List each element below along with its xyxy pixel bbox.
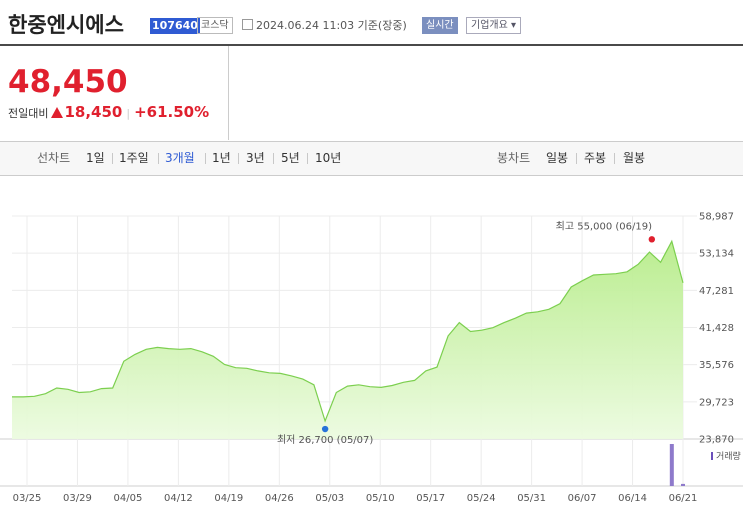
y-tick-label: 29,723 (699, 397, 734, 408)
tab-5year[interactable]: 5년 (281, 151, 300, 166)
change-divider: | (126, 107, 131, 120)
volume-bar (669, 444, 674, 486)
change-percent: +61.50% (134, 103, 210, 121)
min-price-label: 최저 26,700 (05/07) (277, 434, 373, 446)
y-tick-label: 23,870 (699, 435, 734, 446)
tab-10year[interactable]: 10년 (315, 151, 341, 166)
tab-divider (238, 153, 239, 164)
x-tick-label: 06/14 (618, 493, 647, 504)
change-value: 18,450 (64, 103, 123, 121)
chart-tabs: 선차트 1일 1주일 3개월 1년 3년 5년 10년 봉차트 일봉 주봉 월봉 (0, 141, 743, 176)
min-price-marker (321, 425, 329, 433)
market-badge: 코스닥 (197, 17, 233, 34)
x-tick-label: 04/26 (265, 493, 294, 504)
x-tick-label: 03/29 (63, 493, 92, 504)
price-change: 전일대비 18,450 | +61.50% (8, 103, 209, 121)
stock-code: 107640 (150, 18, 200, 34)
tab-3year[interactable]: 3년 (246, 151, 265, 166)
max-price-label: 최고 55,000 (06/19) (556, 220, 652, 232)
tab-1day[interactable]: 1일 (86, 151, 105, 166)
price-panel: 48,450 (0, 46, 229, 140)
volume-bar (681, 483, 685, 486)
tab-3month[interactable]: 3개월 (165, 151, 195, 166)
x-tick-label: 05/24 (467, 493, 496, 504)
tab-monthly-candle[interactable]: 월봉 (623, 151, 645, 166)
x-tick-label: 04/05 (114, 493, 143, 504)
x-axis-labels: 03/25 03/29 04/05 04/12 04/19 04/26 05/03 05/10… (13, 493, 698, 504)
x-tick-label: 05/10 (366, 493, 395, 504)
tab-divider (614, 153, 615, 164)
x-tick-label: 06/21 (669, 493, 698, 504)
company-name: 한중엔시에스 (8, 13, 124, 37)
current-price: 48,450 (8, 64, 128, 100)
y-tick-label: 53,134 (699, 249, 734, 260)
realtime-button[interactable]: 실시간 (422, 17, 458, 34)
tab-daily-candle[interactable]: 일봉 (546, 151, 568, 166)
x-tick-label: 03/25 (13, 493, 42, 504)
calendar-icon (242, 19, 253, 30)
header: 한중엔시에스 107640 코스닥 2024.06.24 11:03 기준(장중… (0, 0, 743, 46)
x-tick-label: 05/17 (416, 493, 445, 504)
x-tick-label: 05/03 (315, 493, 344, 504)
y-tick-label: 35,576 (699, 360, 734, 371)
tab-divider (307, 153, 308, 164)
y-axis-labels: 58,987 53,134 47,281 41,428 35,576 29,723 23,8… (699, 212, 734, 446)
tab-divider (205, 153, 206, 164)
y-tick-label: 58,987 (699, 212, 734, 223)
up-triangle-icon (51, 107, 64, 118)
tab-weekly-candle[interactable]: 주봉 (584, 151, 606, 166)
change-label: 전일대비 (8, 107, 49, 120)
candle-chart-label: 봉차트 (497, 151, 531, 165)
tab-divider (158, 153, 159, 164)
line-chart-label: 선차트 (37, 151, 71, 165)
tab-divider (112, 153, 113, 164)
tab-divider (576, 153, 577, 164)
x-tick-label: 06/07 (568, 493, 597, 504)
x-tick-label: 04/19 (214, 493, 243, 504)
x-tick-label: 05/31 (517, 493, 546, 504)
volume-legend-label: 거래량 (716, 450, 741, 462)
tab-1year[interactable]: 1년 (212, 151, 231, 166)
tab-divider (273, 153, 274, 164)
company-overview-dropdown[interactable]: 기업개요 ▾ (466, 17, 521, 34)
y-tick-label: 47,281 (699, 286, 734, 297)
max-price-marker (648, 236, 656, 243)
y-tick-label: 41,428 (699, 323, 734, 334)
volume-legend-swatch (711, 452, 713, 460)
tab-1week[interactable]: 1주일 (119, 151, 149, 166)
price-chart: 58,987 53,134 47,281 41,428 35,576 29,723 23,8… (0, 212, 743, 504)
x-tick-label: 04/12 (164, 493, 193, 504)
date-info: 2024.06.24 11:03 기준(장중) (256, 19, 407, 32)
